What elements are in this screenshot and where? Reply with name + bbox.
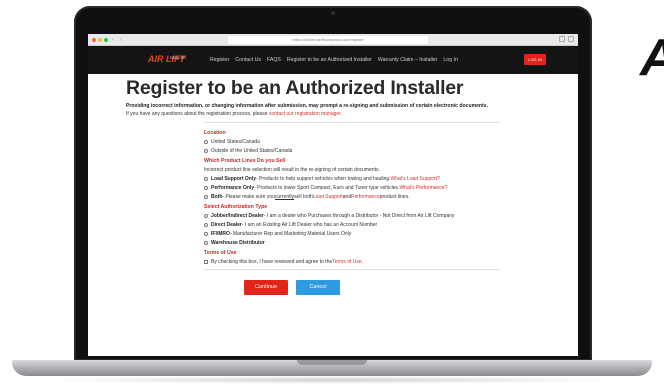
logo-subtitle: DEALER — [170, 55, 187, 60]
nav-link-contact[interactable]: Contact Us — [235, 57, 261, 63]
terms-of-use-link[interactable]: Terms of Use. — [332, 259, 363, 265]
close-window-icon[interactable] — [92, 37, 96, 42]
continue-button[interactable]: Continue — [244, 280, 288, 295]
tabs-icon[interactable] — [568, 36, 574, 42]
terms-text: By checking this box, I have reviewed an… — [211, 259, 333, 265]
cancel-button[interactable]: Cancel — [296, 280, 340, 295]
product-option-performance[interactable]: Performance Only - Products to lower Spo… — [204, 185, 500, 191]
whats-load-support-link[interactable]: What's Load Support? — [391, 176, 440, 182]
address-bar[interactable]: https://dealer.airliftcompany.com/regist… — [228, 36, 428, 44]
option-desc: - Please make sure you — [222, 194, 275, 200]
forward-arrow-icon[interactable]: › — [118, 37, 124, 43]
terms-heading: Terms of Use — [204, 250, 237, 256]
radio-button[interactable] — [204, 223, 208, 227]
laptop-base — [12, 360, 652, 376]
location-heading: Location — [204, 130, 226, 136]
option-desc: sell both — [294, 194, 313, 200]
option-name: Both — [211, 194, 223, 200]
laptop-screen: ‹ › https://dealer.airliftcompany.com/re… — [88, 34, 578, 356]
form-buttons: Continue Cancel — [244, 280, 578, 295]
radio-button[interactable] — [204, 232, 208, 236]
option-desc: - Products to lower Sport Compact, Euro … — [254, 185, 400, 191]
maximize-window-icon[interactable] — [104, 37, 108, 42]
radio-button[interactable] — [204, 195, 208, 199]
laptop-shadow — [40, 376, 624, 384]
whats-performance-link[interactable]: What's Performance? — [399, 185, 447, 191]
radio-button[interactable] — [204, 140, 208, 144]
nav-link-installer[interactable]: Register to be an Authorized Installer — [287, 57, 372, 63]
performance-link[interactable]: Performance — [351, 194, 380, 200]
laptop-notch — [297, 360, 367, 365]
nav-link-faqs[interactable]: FAQS — [267, 57, 281, 63]
option-desc: - I am an Existing Air Lift Dealer who h… — [241, 222, 378, 228]
option-desc: - I am a dealer who Purchases through a … — [263, 213, 455, 219]
share-icon[interactable] — [559, 36, 565, 42]
location-option-outside[interactable]: Outside of the United States/Canada — [204, 148, 500, 154]
nav-link-login[interactable]: Log In — [443, 57, 457, 63]
radio-button[interactable] — [204, 214, 208, 218]
auth-option-direct[interactable]: Direct Dealer - I am an Existing Air Lif… — [204, 222, 500, 228]
page-title: Register to be an Authorized Installer — [126, 77, 464, 99]
nav-links: Register Contact Us FAQS Register to be … — [210, 57, 458, 63]
load-support-link[interactable]: Load Support — [313, 194, 343, 200]
radio-button[interactable] — [204, 241, 208, 245]
terms-checkbox[interactable] — [204, 260, 208, 264]
browser-toolbar: ‹ › https://dealer.airliftcompany.com/re… — [88, 34, 578, 46]
product-lines-heading: Which Product Lines Do you Sell — [204, 158, 286, 164]
site-navbar: AIR LIFT DEALER Register Contact Us FAQS… — [88, 46, 578, 74]
nav-link-warranty[interactable]: Warranty Claim – Installer — [378, 57, 437, 63]
auth-option-jobber[interactable]: Jobber/Indirect Dealer - I am a dealer w… — [204, 213, 500, 219]
product-lines-note: Incorrect product line selection will re… — [204, 167, 380, 173]
login-button[interactable]: LOG IN — [524, 54, 546, 65]
nav-link-register[interactable]: Register — [210, 57, 229, 63]
minimize-window-icon[interactable] — [98, 37, 102, 42]
option-name: Load Support Only — [211, 176, 256, 182]
camera-icon — [331, 11, 335, 15]
intro-text: If you have any questions about the regi… — [126, 111, 578, 117]
option-desc: - Manufacturer Rep and Marketing Materia… — [229, 231, 352, 237]
main-content: Register to be an Authorized Installer P… — [88, 74, 578, 295]
option-name: Performance Only — [211, 185, 255, 191]
option-emphasis: currently — [274, 194, 295, 200]
authorization-heading: Select Authorization Type — [204, 204, 268, 210]
option-desc: - Products to help support vehicles when… — [256, 176, 391, 182]
laptop-bezel: ‹ › https://dealer.airliftcompany.com/re… — [74, 6, 592, 361]
auth-option-ifi-mro[interactable]: IFI/MRO - Manufacturer Rep and Marketing… — [204, 231, 500, 237]
option-name: Warehouse Distributor — [211, 240, 265, 246]
product-option-both[interactable]: Both - Please make sure you currently se… — [204, 194, 500, 200]
auth-option-warehouse[interactable]: Warehouse Distributor — [204, 240, 500, 246]
option-label: United States/Canada — [211, 139, 260, 145]
radio-button[interactable] — [204, 177, 208, 181]
terms-checkbox-row[interactable]: By checking this box, I have reviewed an… — [204, 259, 500, 265]
product-option-load-support[interactable]: Load Support Only - Products to help sup… — [204, 176, 500, 182]
option-name: Direct Dealer — [211, 222, 242, 228]
option-desc: product lines. — [379, 194, 410, 200]
location-option-us-canada[interactable]: United States/Canada — [204, 139, 500, 145]
back-arrow-icon[interactable]: ‹ — [110, 37, 116, 43]
radio-button[interactable] — [204, 149, 208, 153]
partial-heading-text: A — [640, 28, 664, 88]
intro-label: If you have any questions about the regi… — [126, 111, 269, 117]
option-label: Outside of the United States/Canada — [211, 148, 293, 154]
radio-button[interactable] — [204, 186, 208, 190]
warning-text: Providing incorrect information, or chan… — [126, 103, 488, 109]
option-name: IFI/MRO — [211, 231, 230, 237]
option-name: Jobber/Indirect Dealer — [211, 213, 264, 219]
option-desc: and — [342, 194, 352, 200]
registration-manager-link[interactable]: contact our registration manager. — [269, 111, 342, 117]
registration-form: Location United States/Canada Outside of… — [204, 122, 500, 270]
